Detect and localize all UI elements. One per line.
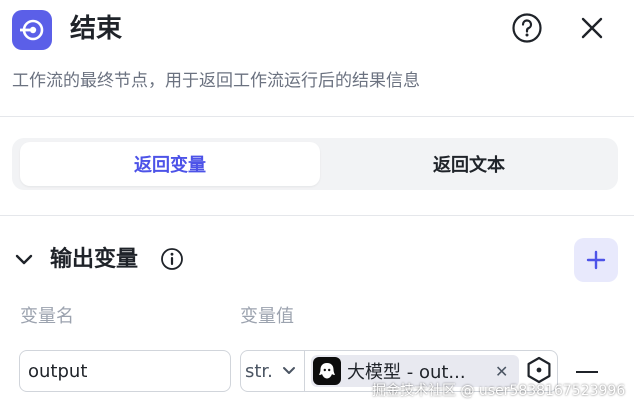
remove-reference-icon[interactable]: ✕ (495, 362, 508, 381)
type-select-label: str. (245, 360, 273, 382)
info-icon[interactable] (160, 247, 184, 271)
section-title: 输出变量 (50, 247, 139, 272)
plus-icon (586, 250, 606, 270)
variable-name-input[interactable] (19, 350, 231, 392)
tab-return-variables[interactable]: 返回变量 (20, 142, 320, 186)
chevron-down-icon (282, 367, 295, 374)
column-header-name: 变量名 (20, 306, 74, 327)
divider (0, 116, 634, 117)
chevron-down-icon[interactable] (14, 252, 34, 268)
help-icon[interactable] (511, 12, 543, 44)
close-icon[interactable] (578, 14, 606, 42)
remove-variable-button[interactable] (576, 371, 598, 373)
node-title: 结束 (70, 14, 123, 44)
divider (0, 215, 634, 216)
watermark: 掘金技术社区 @ user5838167523996 (372, 383, 626, 399)
tab-return-text[interactable]: 返回文本 (320, 142, 618, 186)
column-header-value: 变量值 (240, 306, 294, 327)
add-variable-button[interactable] (574, 238, 618, 282)
return-mode-tabs: 返回变量 返回文本 (12, 138, 618, 190)
llm-node-icon (313, 357, 341, 385)
node-description: 工作流的最终节点，用于返回工作流运行后的结果信息 (12, 71, 420, 91)
end-node-icon (12, 10, 52, 50)
type-select[interactable]: str. (241, 351, 305, 391)
